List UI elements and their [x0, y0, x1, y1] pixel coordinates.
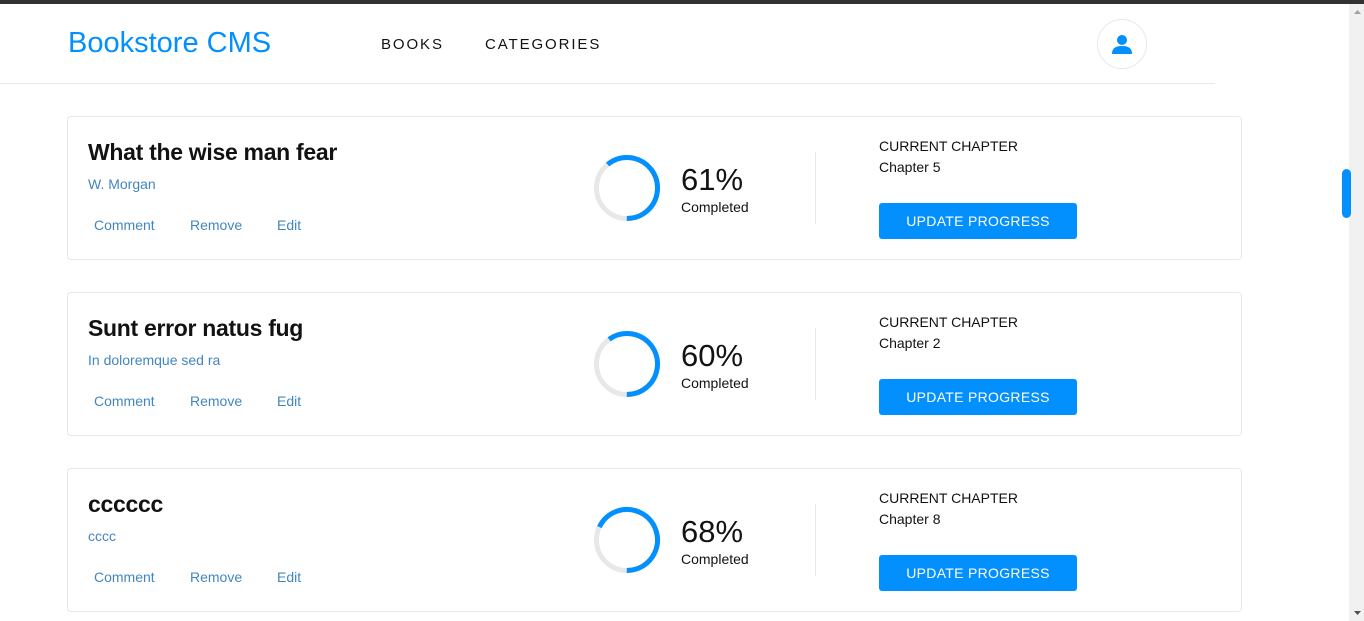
book-card: Sunt error natus fug In doloremque sed r…: [67, 292, 1242, 436]
progress-ring-fill: [594, 507, 660, 573]
progress-ring: [594, 155, 660, 221]
remove-button[interactable]: Remove: [190, 217, 242, 233]
scrollbar-thumb[interactable]: [1342, 169, 1351, 218]
divider: [815, 504, 816, 576]
progress-percent: 68%: [681, 514, 744, 549]
user-icon: [1112, 35, 1132, 54]
remove-button[interactable]: Remove: [190, 569, 242, 585]
logo[interactable]: Bookstore CMS: [68, 27, 271, 60]
book-title: What the wise man fear: [88, 139, 338, 165]
scroll-up-arrow-icon[interactable]: [1351, 6, 1364, 18]
progress-ring-fill: [594, 155, 660, 221]
update-progress-button[interactable]: UPDATE PROGRESS: [879, 555, 1077, 591]
divider: [815, 328, 816, 400]
user-avatar-button[interactable]: [1097, 19, 1147, 69]
book-title: Sunt error natus fug: [88, 315, 304, 341]
progress-ring: [594, 331, 660, 397]
progress-status: Completed: [681, 375, 749, 391]
scroll-down-arrow-icon[interactable]: [1351, 607, 1364, 619]
progress-status: Completed: [681, 551, 749, 567]
progress-percent: 60%: [681, 338, 744, 373]
book-author[interactable]: W. Morgan: [88, 176, 156, 192]
book-author[interactable]: cccc: [88, 528, 116, 544]
book-card: cccccc cccc Comment Remove Edit 68% Comp…: [67, 468, 1242, 612]
progress-status: Completed: [681, 199, 749, 215]
progress-percent: 61%: [681, 162, 744, 197]
current-chapter-value: Chapter 5: [879, 159, 941, 175]
header: Bookstore CMS BOOKS CATEGORIES: [0, 4, 1215, 84]
comment-button[interactable]: Comment: [94, 393, 155, 409]
edit-button[interactable]: Edit: [277, 217, 301, 233]
scrollbar-track[interactable]: [1349, 4, 1364, 621]
current-chapter-label: CURRENT CHAPTER: [879, 490, 1018, 506]
current-chapter-value: Chapter 2: [879, 335, 941, 351]
edit-button[interactable]: Edit: [277, 393, 301, 409]
comment-button[interactable]: Comment: [94, 217, 155, 233]
current-chapter-label: CURRENT CHAPTER: [879, 314, 1018, 330]
book-author[interactable]: In doloremque sed ra: [88, 352, 220, 368]
update-progress-button[interactable]: UPDATE PROGRESS: [879, 203, 1077, 239]
divider: [815, 152, 816, 224]
remove-button[interactable]: Remove: [190, 393, 242, 409]
current-chapter-value: Chapter 8: [879, 511, 941, 527]
current-chapter-label: CURRENT CHAPTER: [879, 138, 1018, 154]
progress-ring-fill: [594, 331, 660, 397]
book-card: What the wise man fear W. Morgan Comment…: [67, 116, 1242, 260]
comment-button[interactable]: Comment: [94, 569, 155, 585]
nav-categories[interactable]: CATEGORIES: [485, 36, 601, 53]
nav-books[interactable]: BOOKS: [381, 36, 444, 53]
update-progress-button[interactable]: UPDATE PROGRESS: [879, 379, 1077, 415]
edit-button[interactable]: Edit: [277, 569, 301, 585]
progress-ring: [594, 507, 660, 573]
book-title: cccccc: [88, 491, 163, 517]
